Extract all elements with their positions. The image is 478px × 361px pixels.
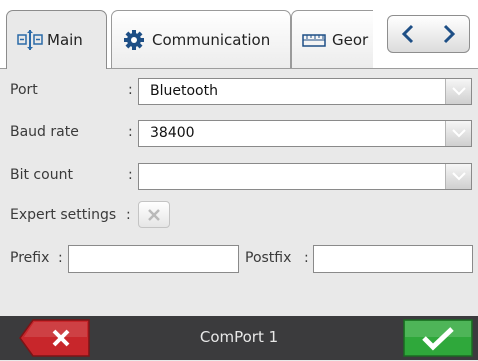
x-icon	[148, 208, 160, 221]
chevron-down-icon[interactable]	[445, 164, 471, 189]
prefix-colon: :	[58, 250, 63, 266]
bottom-bar: ComPort 1	[0, 316, 478, 360]
tab-main-label: Main	[47, 31, 83, 49]
main-settings-icon	[17, 29, 43, 51]
bit-count-select[interactable]	[138, 163, 472, 190]
bit-count-label: Bit count	[10, 167, 73, 183]
expert-settings-colon: :	[126, 207, 131, 223]
postfix-colon: :	[304, 250, 309, 266]
baud-rate-value: 38400	[150, 125, 195, 141]
ok-button[interactable]	[403, 319, 473, 357]
port-select[interactable]: Bluetooth	[138, 78, 472, 105]
port-label: Port	[10, 82, 38, 98]
tab-geometry[interactable]: Geor	[291, 10, 373, 68]
tab-scroll-right-button[interactable]	[428, 15, 470, 53]
tab-communication-label: Communication	[152, 30, 271, 49]
chevron-down-icon[interactable]	[445, 121, 471, 146]
expert-settings-checkbox[interactable]	[138, 201, 170, 228]
prefix-input[interactable]	[68, 245, 239, 273]
tab-bar: Main Communication Geor	[0, 0, 478, 69]
baud-rate-label: Baud rate	[10, 124, 79, 140]
chevron-right-icon	[443, 24, 455, 44]
baud-rate-select[interactable]: 38400	[138, 120, 472, 147]
port-colon: :	[128, 82, 133, 98]
postfix-label: Postfix	[245, 250, 292, 266]
chevron-down-icon[interactable]	[445, 79, 471, 104]
tab-geometry-label: Geor	[332, 30, 369, 49]
ruler-icon	[302, 29, 328, 51]
settings-panel: Port : Bluetooth Baud rate : 38400 Bit c…	[0, 68, 478, 317]
tab-communication[interactable]: Communication	[111, 10, 291, 68]
tab-main[interactable]: Main	[6, 10, 107, 69]
tab-scroll-left-button[interactable]	[387, 15, 429, 53]
gear-icon	[122, 29, 148, 51]
chevron-left-icon	[401, 24, 414, 44]
bit-count-colon: :	[128, 167, 133, 183]
port-value: Bluetooth	[150, 83, 218, 99]
expert-settings-label: Expert settings	[10, 207, 117, 223]
baud-rate-colon: :	[128, 124, 133, 140]
postfix-input[interactable]	[313, 245, 473, 273]
prefix-label: Prefix	[10, 250, 50, 266]
